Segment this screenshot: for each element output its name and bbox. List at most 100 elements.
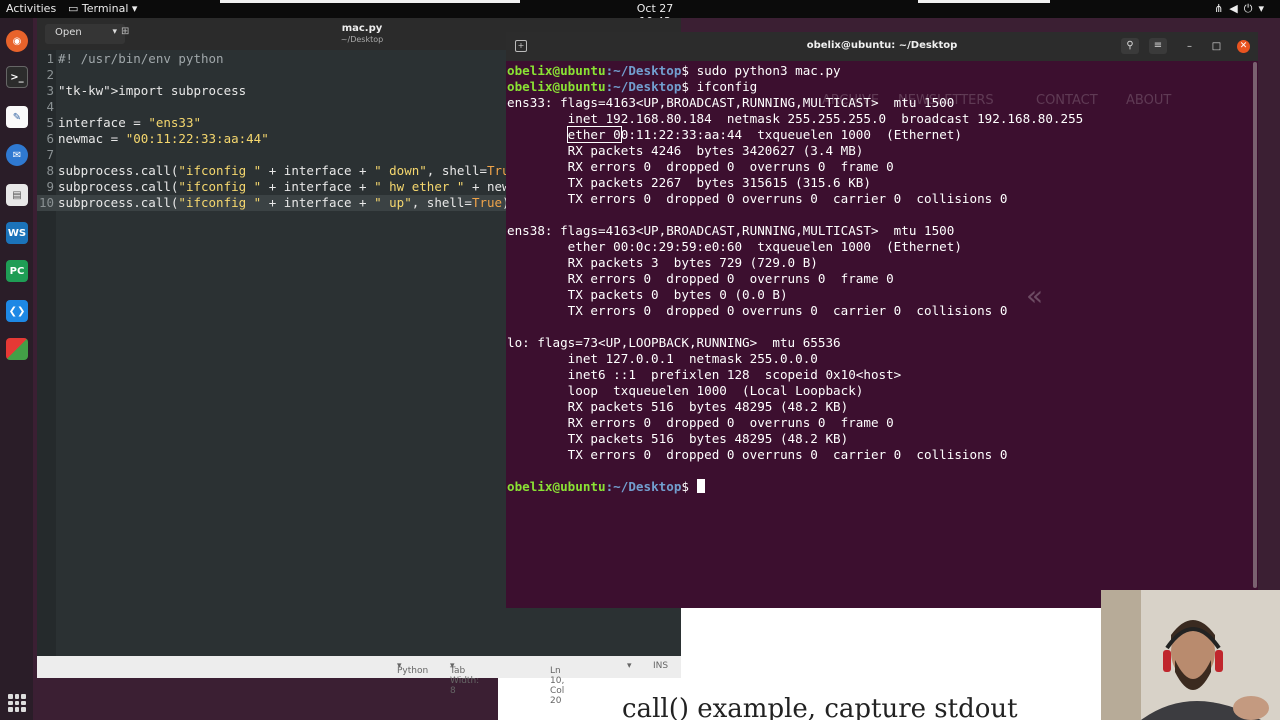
browser-guillemet: « [1026,279,1044,312]
top-bar: Activities ▭ Terminal ▾ Oct 27 10:43 ⋔◀⏻… [0,0,1280,28]
prompt-user: obelix@ubuntu [507,63,606,78]
files-icon[interactable]: ▤ [6,184,28,206]
code-text: "tk-kw">import subprocess [58,83,247,98]
terminal-scrollbar[interactable] [1253,62,1257,588]
maximize-icon[interactable]: □ [1210,40,1223,53]
open-button-label: Open [55,27,82,38]
terminal-output-line: inet6 ::1 prefixlen 128 scopeid 0x10<hos… [507,367,902,382]
network-icon: ⋔ [1214,2,1230,15]
search-icon[interactable]: ⚲ [1121,38,1139,54]
code-text: #! /usr/bin/env python [58,51,224,66]
line-number: 9 [46,179,54,194]
terminal-output-line: RX errors 0 dropped 0 overruns 0 frame 0 [507,415,894,430]
language-selector[interactable]: Python ▾ [397,661,428,676]
browser-article-heading: call() example, capture stdout [622,694,1018,720]
terminal-output-line: RX errors 0 dropped 0 overruns 0 frame 0 [507,271,894,286]
terminal-output-line: TX errors 0 dropped 0 overruns 0 carrier… [507,303,1008,318]
line-number: 4 [46,99,54,114]
top-progress-indicator [918,0,1050,3]
terminal-title: obelix@ubuntu: ~/Desktop [806,40,958,51]
code-text: interface = "ens33" [58,115,201,130]
new-document-icon[interactable]: ⊞ [121,26,129,37]
activities-button[interactable]: Activities [6,2,56,15]
menu-icon[interactable]: ≡ [1149,38,1167,54]
line-number: 10 [38,195,54,210]
terminal-output-line: ens38: flags=4163<UP,BROADCAST,RUNNING,M… [507,223,955,238]
terminal-output-line: RX packets 3 bytes 729 (729.0 B) [507,255,818,270]
line-number: 7 [46,147,54,162]
firefox-icon[interactable]: ◉ [6,30,28,52]
chevron-down-icon: ▾ [112,27,117,37]
terminal-output-line: inet 127.0.0.1 netmask 255.0.0.0 [507,351,818,366]
command-text: $ [681,479,697,494]
webstorm-icon[interactable]: WS [6,222,28,244]
app-menu-label: Terminal [81,2,129,15]
selected-text: ether 0 [566,126,622,143]
terminal-output-line: ens33: flags=4163<UP,BROADCAST,RUNNING,M… [507,95,955,110]
tab-width-label: Tab Width: 8 [450,666,480,696]
insert-mode[interactable]: INS [653,661,668,671]
power-icon: ⏻ [1243,2,1259,15]
terminal-output-line: ether 00:11:22:33:aa:44 txqueuelen 1000 … [566,126,962,143]
terminal-app-icon: ▭ [68,2,82,15]
editor-status-bar: Python ▾ Tab Width: 8 ▾ Ln 10, Col 20 ▾ … [37,656,681,706]
terminal-output-line: TX packets 516 bytes 48295 (48.2 KB) [507,431,849,446]
terminal-output-line: TX errors 0 dropped 0 overruns 0 carrier… [507,191,1008,206]
browser-nav-about: ABOUT [1126,93,1172,108]
prompt-user: obelix@ubuntu [507,79,606,94]
top-progress-indicator-left [220,0,520,3]
line-number: 5 [46,115,54,130]
app-menu[interactable]: ▭ Terminal ▾ [68,2,137,15]
command-text: $ sudo python3 mac.py [681,63,841,78]
browser-nav-contact: CONTACT [1036,93,1098,108]
document-title: mac.py [341,23,383,34]
open-button[interactable]: Open ▾ [45,24,125,44]
prompt-path: :~/Desktop [605,479,682,494]
language-label: Python [397,666,429,676]
terminal-window[interactable]: + obelix@ubuntu: ~/Desktop ⚲ ≡ – □ ✕ ARC… [506,32,1258,608]
minimize-icon[interactable]: – [1183,40,1196,53]
terminal-prompt-line: obelix@ubuntu:~/Desktop$ sudo python3 ma… [507,63,841,79]
cursor-position-label: Ln 10, Col 20 [550,666,565,706]
terminal-header-bar: + obelix@ubuntu: ~/Desktop ⚲ ≡ – □ ✕ [506,32,1258,61]
terminal-prompt-line: obelix@ubuntu:~/Desktop$ ifconfig [507,79,757,95]
line-number: 2 [46,67,54,82]
text-editor-icon[interactable]: ✎ [6,106,28,128]
webcam-overlay [1101,590,1280,720]
terminal-icon[interactable]: >_ [6,66,28,88]
position-chevron-icon[interactable]: ▾ [627,661,632,671]
app-grid-icon[interactable] [8,694,26,712]
terminal-output-line: TX errors 0 dropped 0 overruns 0 carrier… [507,447,1008,462]
close-icon[interactable]: ✕ [1237,40,1250,53]
code-text: subprocess.call("ifconfig " + interface … [58,163,525,178]
terminal-output-line: inet 192.168.80.184 netmask 255.255.255.… [507,111,1084,126]
terminal-prompt-line: obelix@ubuntu:~/Desktop$ [507,479,705,495]
line-number: 8 [46,163,54,178]
prompt-user: obelix@ubuntu [507,479,606,494]
code-text: newmac = "00:11:22:33:aa:44" [58,131,269,146]
terminal-output-line: RX packets 4246 bytes 3420627 (3.4 MB) [507,143,864,158]
system-tray[interactable]: ⋔◀⏻▾ [1214,2,1270,16]
text-cursor [696,479,705,493]
line-number: 1 [46,51,54,66]
tab-width-selector[interactable]: Tab Width: 8 ▾ [450,661,479,696]
terminal-output-line: loop txqueuelen 1000 (Local Loopback) [507,383,864,398]
terminal-output-line: TX packets 0 bytes 0 (0.0 B) [507,287,788,302]
app-store-icon[interactable] [6,338,28,360]
terminal-output-line: RX errors 0 dropped 0 overruns 0 frame 0 [507,159,894,174]
thunderbird-icon[interactable]: ✉ [6,144,28,166]
terminal-output-line: TX packets 2267 bytes 315615 (315.6 KB) [507,175,871,190]
terminal-output-line: RX packets 516 bytes 48295 (48.2 KB) [507,399,849,414]
code-text: subprocess.call("ifconfig " + interface … [58,195,510,210]
vscode-icon[interactable]: ❮❯ [6,300,28,322]
line-number: 3 [46,83,54,98]
presenter-video [1101,590,1280,720]
terminal-output-line: lo: flags=73<UP,LOOPBACK,RUNNING> mtu 65… [507,335,841,350]
pycharm-icon[interactable]: PC [6,260,28,282]
terminal-output[interactable]: ARCHIVE NEWSLETTERS CONTACT ABOUT « obel… [506,61,1258,608]
prompt-path: :~/Desktop [605,79,682,94]
volume-icon: ◀ [1229,2,1244,15]
new-tab-icon[interactable]: + [515,40,527,52]
prompt-path: :~/Desktop [605,63,682,78]
command-text: $ ifconfig [681,79,758,94]
